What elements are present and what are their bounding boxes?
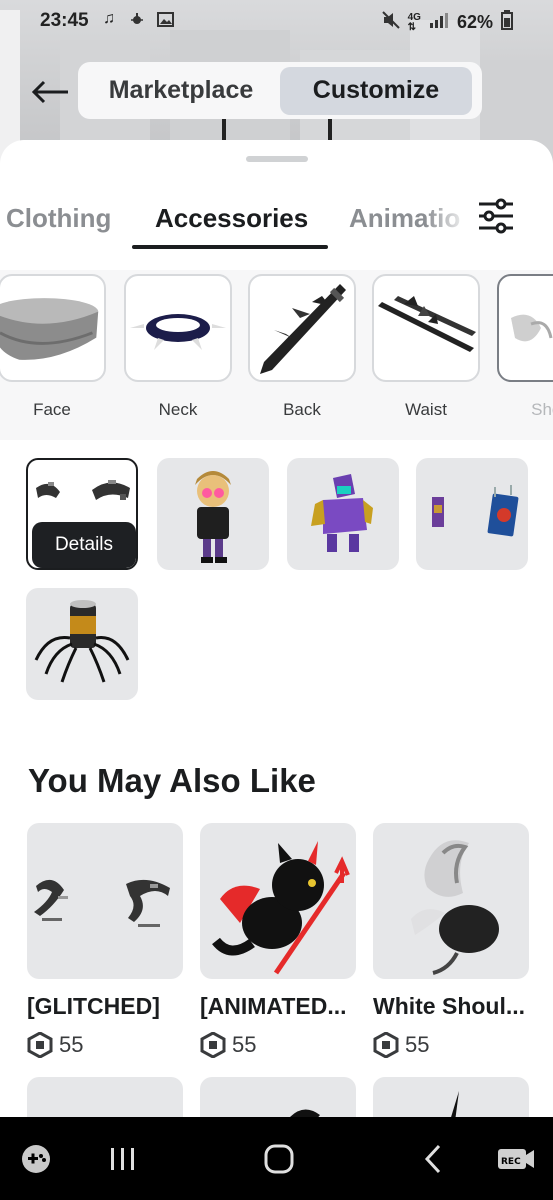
recommended-item-partial[interactable] xyxy=(27,1077,183,1120)
image-icon xyxy=(156,10,174,28)
recommended-item[interactable]: [GLITCHED] 55 xyxy=(27,823,183,1058)
status-time: 23:45 xyxy=(40,10,89,31)
floating-books-thumb xyxy=(432,485,519,537)
nav-back-button[interactable] xyxy=(410,1139,456,1179)
tab-clothing[interactable]: Clothing xyxy=(6,203,111,234)
inventory-item[interactable] xyxy=(26,588,138,700)
robux-icon xyxy=(27,1032,53,1058)
signal-icon xyxy=(429,12,449,33)
subcategory-waist[interactable]: Waist xyxy=(372,274,480,420)
you-may-also-like-title: You May Also Like xyxy=(28,762,316,799)
marketplace-tab[interactable]: Marketplace xyxy=(82,67,280,115)
subcategory-row: Face Neck Back Waist Sh xyxy=(0,270,553,440)
mode-switcher: Marketplace Customize xyxy=(78,62,482,119)
game-launcher-button[interactable] xyxy=(18,1139,54,1179)
music-note-icon: ♫ xyxy=(103,10,115,27)
recommended-item[interactable]: White Shoul... 55 xyxy=(373,823,529,1058)
spiked-collar-icon xyxy=(130,314,226,350)
customize-sheet: Clothing Accessories Animatio Face Neck … xyxy=(0,140,553,1120)
subcategory-neck[interactable]: Neck xyxy=(124,274,232,420)
inventory-item-selected[interactable]: Details xyxy=(26,458,138,570)
system-navigation-bar: REC xyxy=(0,1117,553,1200)
subcategory-label: Waist xyxy=(405,400,447,419)
recommended-item[interactable]: [ANIMATED... 55 xyxy=(200,823,356,1058)
twin-swords-icon xyxy=(378,296,476,352)
partial-thumb xyxy=(450,1091,459,1120)
goggles-avatar-thumb xyxy=(195,471,231,563)
battery-percent: 62% xyxy=(456,12,493,32)
subcategory-label: Back xyxy=(283,400,321,419)
subcategory-label: Face xyxy=(33,400,71,419)
back-button[interactable] xyxy=(30,72,74,112)
active-tab-indicator xyxy=(132,245,328,249)
recommended-item-partial[interactable] xyxy=(373,1077,529,1120)
subcategory-label: Neck xyxy=(158,400,198,419)
tab-fade xyxy=(425,195,470,251)
mute-icon xyxy=(381,11,400,34)
subcategory-shoulder[interactable]: Shou xyxy=(497,274,553,420)
sliders-icon xyxy=(479,198,513,234)
partial-thumb xyxy=(290,1109,320,1120)
recents-icon xyxy=(111,1148,134,1170)
filter-button[interactable] xyxy=(476,198,518,240)
glitched-accessory-thumb xyxy=(36,480,130,500)
recommended-item-name: [GLITCHED] xyxy=(27,993,160,1019)
white-shoulder-thumb xyxy=(411,840,499,975)
recommended-item-name: [ANIMATED... xyxy=(200,993,347,1019)
screen-record-button[interactable]: REC xyxy=(494,1139,538,1179)
sword-icon xyxy=(260,284,346,374)
recommended-item-partial[interactable] xyxy=(200,1077,356,1120)
inventory-item[interactable] xyxy=(287,458,399,570)
rec-label: REC xyxy=(501,1157,521,1167)
recommended-item-price: 55 xyxy=(59,1032,84,1057)
rec-icon: REC xyxy=(498,1149,534,1169)
back-icon xyxy=(424,1144,441,1174)
game-launcher-icon xyxy=(22,1145,50,1173)
armored-creature-thumb xyxy=(311,474,373,552)
robux-icon xyxy=(373,1032,399,1058)
battery-icon xyxy=(501,10,513,35)
inventory-item[interactable] xyxy=(157,458,269,570)
4g-icon: 4G ⇅ xyxy=(407,11,421,33)
arrow-left-icon xyxy=(31,80,68,104)
robux-icon xyxy=(200,1032,226,1058)
recents-button[interactable] xyxy=(100,1139,146,1179)
subcategory-back[interactable]: Back xyxy=(248,274,356,420)
bug-icon xyxy=(128,10,146,28)
home-icon xyxy=(264,1144,294,1174)
tab-accessories[interactable]: Accessories xyxy=(155,203,308,234)
details-button[interactable]: Details xyxy=(32,522,136,568)
home-button[interactable] xyxy=(256,1139,302,1179)
inventory-item[interactable] xyxy=(416,458,528,570)
spider-can-thumb xyxy=(34,600,130,683)
shoulder-icon xyxy=(511,314,553,342)
status-bar: 23:45 ♫ 4G ⇅ 62% xyxy=(0,0,553,40)
subcategory-label: Shou xyxy=(531,400,553,419)
glitched-item-thumb xyxy=(34,879,170,927)
customize-tab[interactable]: Customize xyxy=(280,66,472,115)
subcategory-face[interactable]: Face xyxy=(0,274,106,420)
sheet-drag-handle[interactable] xyxy=(246,156,308,162)
bandana-icon xyxy=(0,298,99,360)
recommended-item-name: White Shoul... xyxy=(373,993,526,1019)
devil-cat-thumb xyxy=(212,841,350,975)
recommended-item-price: 55 xyxy=(232,1032,257,1057)
recommended-item-price: 55 xyxy=(405,1032,430,1057)
